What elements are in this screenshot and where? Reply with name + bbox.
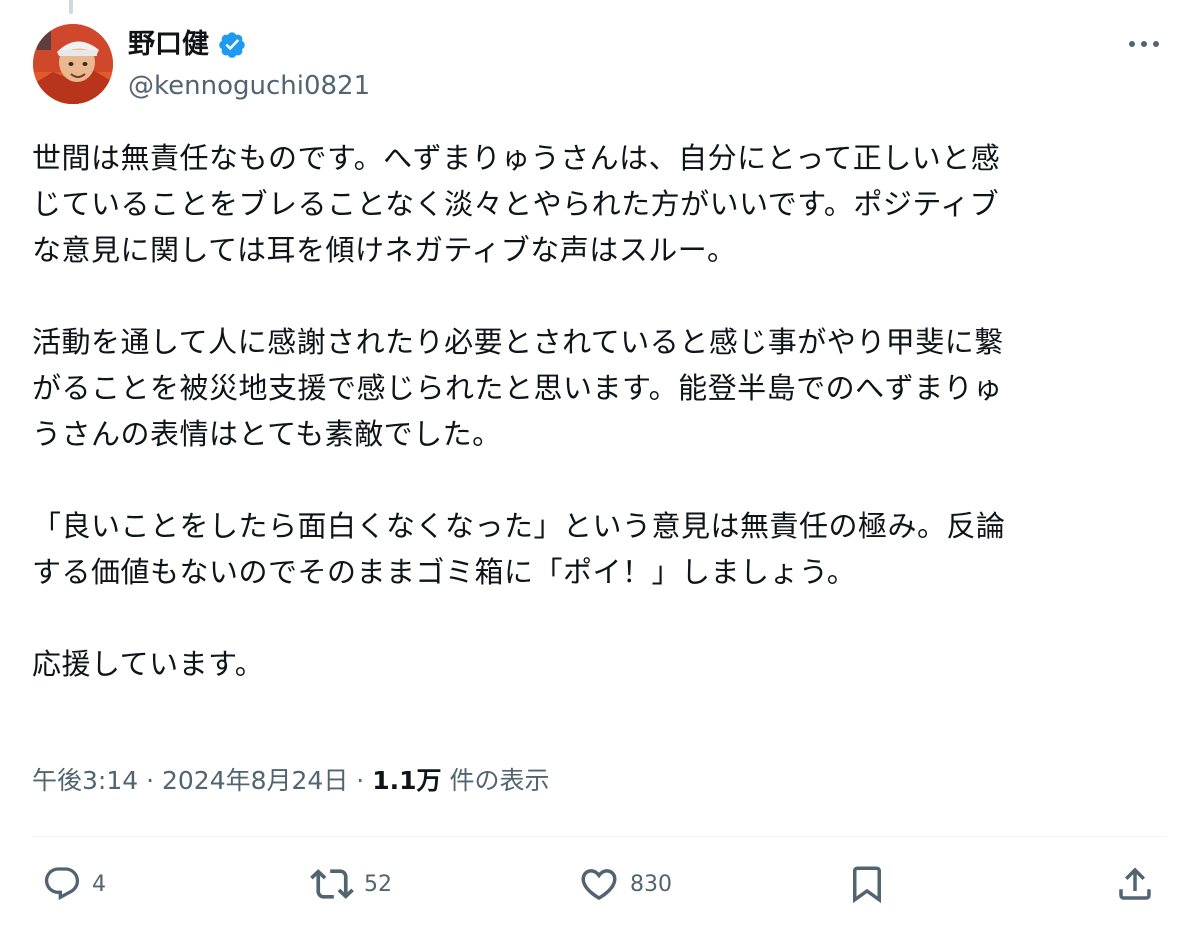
reply-button[interactable]: 4 [42, 862, 106, 906]
like-button[interactable]: 830 [578, 862, 672, 906]
verified-badge-icon [217, 30, 247, 60]
bookmark-button[interactable] [846, 862, 888, 906]
tweet-line: する価値もないのでそのままゴミ箱に「ポイ！」しましょう。 [32, 555, 857, 589]
avatar[interactable] [33, 24, 113, 104]
meta-separator: · [356, 766, 365, 795]
tweet-meta: 午後3:14 · 2024年8月24日 · 1.1万 件の表示 [32, 763, 549, 799]
reply-count: 4 [92, 871, 106, 897]
tweet-date[interactable]: 2024年8月24日 [162, 766, 348, 795]
more-options-icon[interactable] [1124, 28, 1164, 60]
tweet-line: 「良いことをしたら面白くなくなった」という意見は無責任の極み。反論 [32, 509, 1006, 543]
retweet-icon [310, 869, 354, 899]
tweet-line: がることを被災地支援で感じられたと思います。能登半島でのへずまりゅ [32, 371, 1003, 405]
tweet-line: うさんの表情はとても素敵でした。 [32, 417, 502, 451]
retweet-count: 52 [364, 871, 392, 897]
author-display-name[interactable]: 野口健 [128, 26, 209, 64]
heart-icon [581, 869, 617, 901]
tweet-line: な意見に関しては耳を傾けネガティブな声はスルー。 [32, 233, 737, 267]
tweet-paragraph: 世間は無責任なものです。へずまりゅうさんは、自分にとって正しいと感 じていること… [32, 135, 1172, 273]
like-count: 830 [630, 871, 672, 897]
meta-separator: · [146, 766, 155, 795]
tweet-line: 世間は無責任なものです。へずまりゅうさんは、自分にとって正しいと感 [32, 141, 1001, 175]
tweet-text: 世間は無責任なものです。へずまりゅうさんは、自分にとって正しいと感 じていること… [32, 135, 1172, 733]
tweet-line: じていることをブレることなく淡々とやられた方がいいです。ポジティブ [32, 187, 1000, 221]
share-button[interactable] [1114, 862, 1156, 906]
tweet-line: 活動を通して人に感謝されたり必要とされていると感じ事がやり甲斐に繋 [32, 325, 1004, 359]
share-icon [1119, 867, 1151, 900]
tweet-time[interactable]: 午後3:14 [32, 766, 138, 795]
tweet-line: 応援しています。 [32, 647, 265, 681]
thread-connector-line [69, 0, 73, 14]
tweet-paragraph: 活動を通して人に感謝されたり必要とされていると感じ事がやり甲斐に繋 がることを被… [32, 319, 1172, 457]
retweet-button[interactable]: 52 [310, 862, 392, 906]
author-handle[interactable]: @kennoguchi0821 [128, 68, 370, 104]
views-count: 1.1万 [372, 766, 442, 795]
reply-icon [44, 867, 80, 901]
views-label: 件の表示 [449, 766, 550, 795]
tweet-paragraph: 応援しています。 [32, 641, 1172, 687]
divider [32, 836, 1166, 837]
bookmark-icon [853, 866, 881, 904]
tweet-paragraph: 「良いことをしたら面白くなくなった」という意見は無責任の極み。反論 する価値もな… [32, 503, 1172, 595]
